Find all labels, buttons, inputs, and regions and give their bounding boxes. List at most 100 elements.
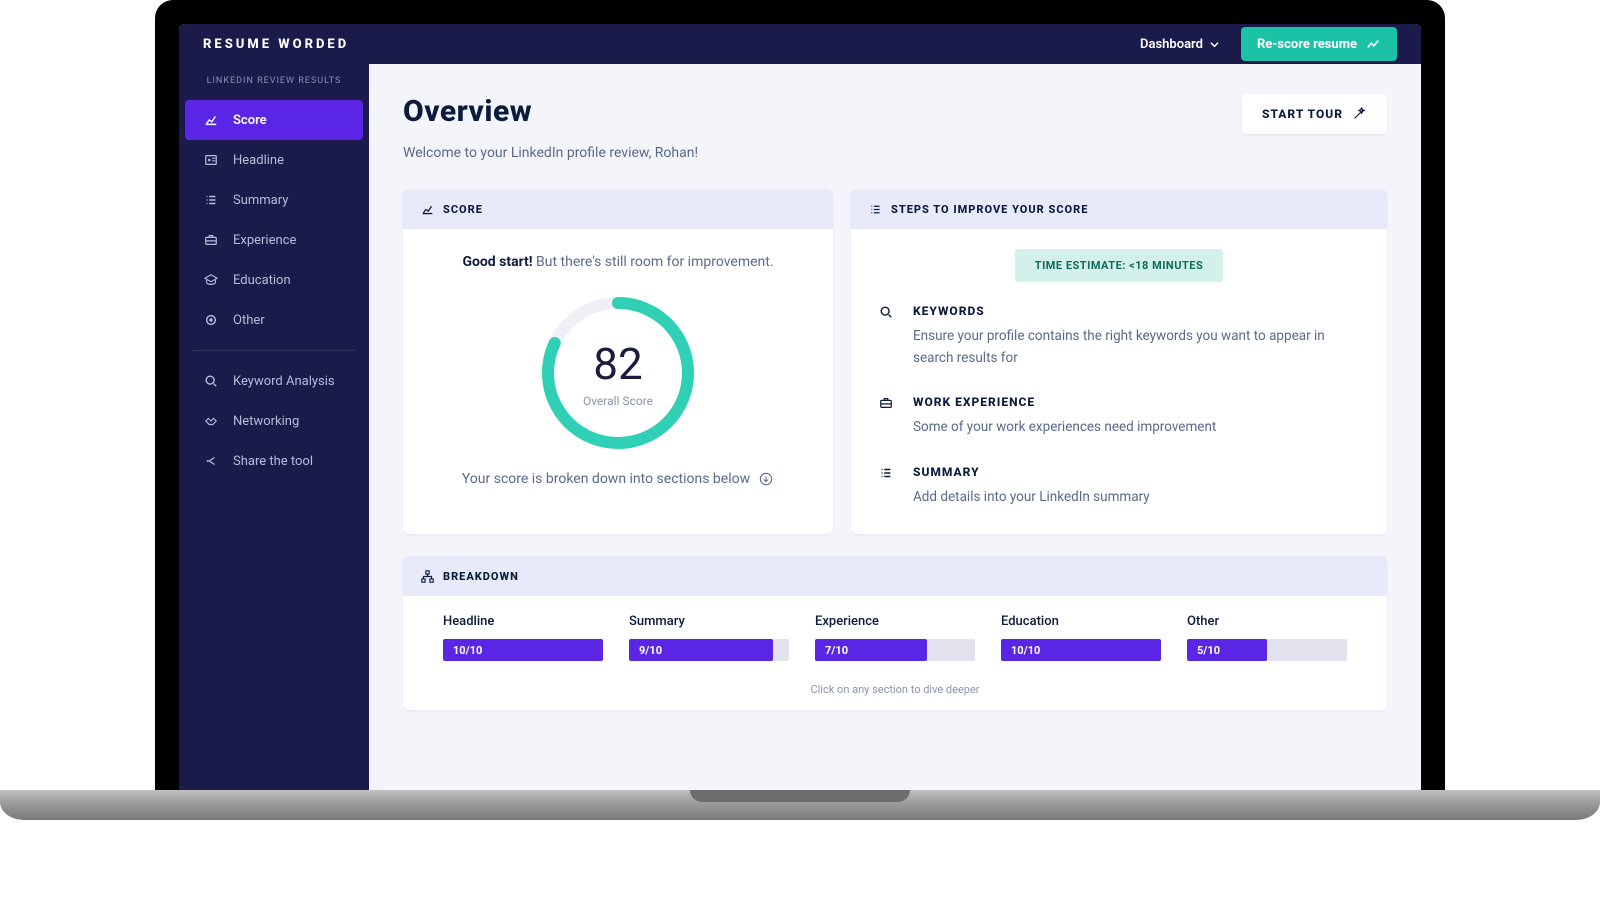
rescore-button[interactable]: Re-score resume bbox=[1241, 27, 1397, 61]
score-value-label: Overall Score bbox=[583, 394, 653, 408]
step-title: WORK EXPERIENCE bbox=[913, 395, 1216, 409]
sidebar-divider bbox=[193, 350, 355, 351]
sitemap-icon bbox=[419, 568, 435, 584]
dashboard-dropdown[interactable]: Dashboard bbox=[1140, 36, 1223, 52]
sidebar-item-label: Keyword Analysis bbox=[233, 374, 335, 389]
start-tour-button[interactable]: START TOUR bbox=[1242, 94, 1387, 134]
list-icon bbox=[879, 466, 897, 509]
id-icon bbox=[203, 152, 219, 168]
caret-down-icon bbox=[1207, 36, 1223, 52]
laptop-notch bbox=[690, 790, 910, 802]
breakdown-item-experience: Experience 7/10 bbox=[815, 614, 975, 661]
briefcase-icon bbox=[879, 396, 897, 439]
sidebar-item-label: Share the tool bbox=[233, 454, 313, 469]
score-footer: Your score is broken down into sections … bbox=[423, 471, 813, 487]
breakdown-fill: 10/10 bbox=[443, 639, 603, 661]
sidebar-item-other[interactable]: Other bbox=[185, 300, 363, 340]
sidebar-item-keyword-analysis[interactable]: Keyword Analysis bbox=[185, 361, 363, 401]
dashboard-label: Dashboard bbox=[1140, 37, 1203, 52]
sidebar-item-label: Education bbox=[233, 273, 291, 288]
steps-card: STEPS TO IMPROVE YOUR SCORE TIME ESTIMAT… bbox=[851, 189, 1387, 534]
down-arrow-icon bbox=[758, 471, 774, 487]
breakdown-item-summary: Summary 9/10 bbox=[629, 614, 789, 661]
breakdown-label: Education bbox=[1001, 614, 1161, 629]
breakdown-item-education: Education 10/10 bbox=[1001, 614, 1161, 661]
page-header: Overview Welcome to your LinkedIn profil… bbox=[403, 94, 1387, 161]
search-icon bbox=[203, 373, 219, 389]
sidebar-item-score[interactable]: Score bbox=[185, 100, 363, 140]
breakdown-body: Headline 10/10 Summary 9/10 Experience 7/10 Ed… bbox=[403, 596, 1387, 710]
share-icon bbox=[203, 453, 219, 469]
sidebar-item-headline[interactable]: Headline bbox=[185, 140, 363, 180]
score-card-body: Good start! But there's still room for i… bbox=[403, 229, 833, 511]
breakdown-bar[interactable]: 7/10 bbox=[815, 639, 975, 661]
step-item-summary[interactable]: SUMMARY Add details into your LinkedIn su… bbox=[879, 465, 1359, 509]
wand-icon bbox=[1351, 106, 1367, 122]
breakdown-bar[interactable]: 10/10 bbox=[443, 639, 603, 661]
step-desc: Some of your work experiences need impro… bbox=[913, 417, 1216, 439]
device-frame: RESUME WORDED Dashboard Re-score resume … bbox=[155, 0, 1445, 790]
main-content: Overview Welcome to your LinkedIn profil… bbox=[369, 64, 1421, 790]
score-card-header: SCORE bbox=[403, 189, 833, 229]
breakdown-bar[interactable]: 5/10 bbox=[1187, 639, 1347, 661]
breakdown-label: Headline bbox=[443, 614, 603, 629]
sidebar-item-label: Networking bbox=[233, 414, 299, 429]
screen: RESUME WORDED Dashboard Re-score resume … bbox=[179, 24, 1421, 790]
steps-card-header: STEPS TO IMPROVE YOUR SCORE bbox=[851, 189, 1387, 229]
steps-body: TIME ESTIMATE: <18 MINUTES KEYWORDS Ensur… bbox=[851, 229, 1387, 534]
circle-icon bbox=[203, 312, 219, 328]
sidebar-item-label: Summary bbox=[233, 193, 288, 208]
start-tour-label: START TOUR bbox=[1262, 107, 1343, 121]
steps-card-title: STEPS TO IMPROVE YOUR SCORE bbox=[891, 203, 1088, 216]
chart-icon bbox=[419, 201, 435, 217]
sidebar-item-label: Score bbox=[233, 113, 267, 128]
breakdown-label: Summary bbox=[629, 614, 789, 629]
body: LINKEDIN REVIEW RESULTS Score Headline Sum… bbox=[179, 64, 1421, 790]
rescore-label: Re-score resume bbox=[1257, 37, 1357, 52]
sidebar-item-networking[interactable]: Networking bbox=[185, 401, 363, 441]
breakdown-fill: 7/10 bbox=[815, 639, 927, 661]
breakdown-label: Other bbox=[1187, 614, 1347, 629]
sidebar-item-label: Other bbox=[233, 313, 265, 328]
sidebar-item-experience[interactable]: Experience bbox=[185, 220, 363, 260]
page-title: Overview bbox=[403, 94, 698, 129]
grad-icon bbox=[203, 272, 219, 288]
breakdown-bar[interactable]: 10/10 bbox=[1001, 639, 1161, 661]
step-desc: Ensure your profile contains the right k… bbox=[913, 326, 1359, 369]
breakdown-card: BREAKDOWN Headline 10/10 Summary 9/10 Experi… bbox=[403, 556, 1387, 710]
breakdown-label: Experience bbox=[815, 614, 975, 629]
score-message: Good start! But there's still room for i… bbox=[423, 251, 813, 273]
chart-up-icon bbox=[1365, 36, 1381, 52]
step-title: KEYWORDS bbox=[913, 304, 1359, 318]
breakdown-footer: Click on any section to dive deeper bbox=[443, 683, 1347, 696]
step-item-keywords[interactable]: KEYWORDS Ensure your profile contains the… bbox=[879, 304, 1359, 369]
score-card-title: SCORE bbox=[443, 203, 483, 216]
briefcase-icon bbox=[203, 232, 219, 248]
brand-logo: RESUME WORDED bbox=[203, 37, 349, 52]
breakdown-item-other: Other 5/10 bbox=[1187, 614, 1347, 661]
search-icon bbox=[879, 305, 897, 369]
sidebar-item-share-the-tool[interactable]: Share the tool bbox=[185, 441, 363, 481]
sidebar: LINKEDIN REVIEW RESULTS Score Headline Sum… bbox=[179, 64, 369, 790]
breakdown-fill: 9/10 bbox=[629, 639, 773, 661]
breakdown-header: BREAKDOWN bbox=[403, 556, 1387, 596]
sidebar-item-education[interactable]: Education bbox=[185, 260, 363, 300]
step-item-work-experience[interactable]: WORK EXPERIENCE Some of your work experie… bbox=[879, 395, 1359, 439]
sidebar-heading: LINKEDIN REVIEW RESULTS bbox=[179, 70, 369, 100]
sidebar-item-summary[interactable]: Summary bbox=[185, 180, 363, 220]
breakdown-title: BREAKDOWN bbox=[443, 570, 519, 583]
sidebar-item-label: Headline bbox=[233, 153, 284, 168]
breakdown-fill: 10/10 bbox=[1001, 639, 1161, 661]
score-value: 82 bbox=[593, 338, 642, 390]
welcome-text: Welcome to your LinkedIn profile review,… bbox=[403, 145, 698, 161]
step-title: SUMMARY bbox=[913, 465, 1150, 479]
breakdown-fill: 5/10 bbox=[1187, 639, 1267, 661]
list-icon bbox=[867, 201, 883, 217]
breakdown-bar[interactable]: 9/10 bbox=[629, 639, 789, 661]
cards-row: SCORE Good start! But there's still room… bbox=[403, 189, 1387, 534]
handshake-icon bbox=[203, 413, 219, 429]
step-desc: Add details into your LinkedIn summary bbox=[913, 487, 1150, 509]
chart-icon bbox=[203, 112, 219, 128]
sidebar-item-label: Experience bbox=[233, 233, 296, 248]
time-estimate-badge: TIME ESTIMATE: <18 MINUTES bbox=[1015, 249, 1223, 282]
